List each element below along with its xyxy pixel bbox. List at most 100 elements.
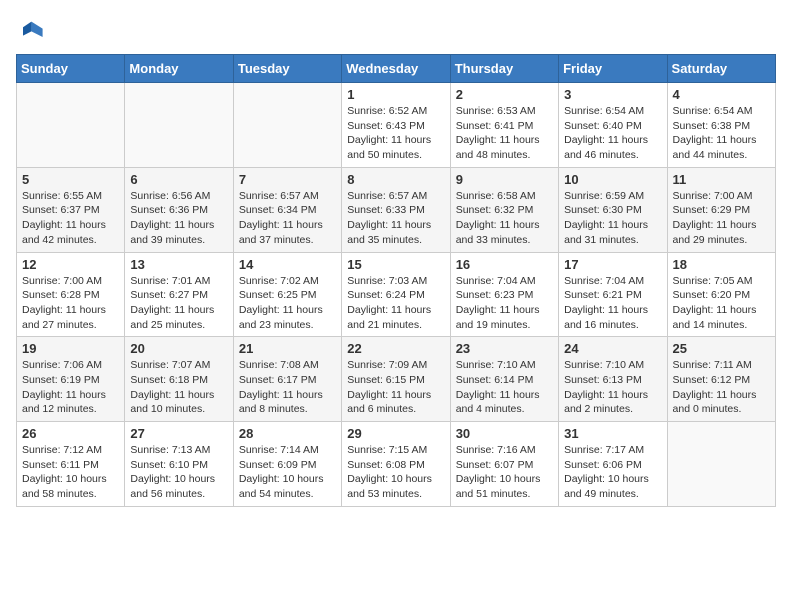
calendar-cell: 8 Sunrise: 6:57 AMSunset: 6:33 PMDaylight…: [342, 167, 450, 252]
day-info-line: Daylight: 11 hours and 33 minutes.: [456, 218, 553, 247]
day-info-line: Sunrise: 7:10 AM: [456, 358, 553, 373]
calendar-cell: [233, 83, 341, 168]
day-number: 30: [456, 426, 553, 441]
day-number: 26: [22, 426, 119, 441]
day-info-line: Sunset: 6:37 PM: [22, 203, 119, 218]
day-of-week-header: Saturday: [667, 55, 775, 83]
calendar-cell: 13Sunrise: 7:01 AMSunset: 6:27 PMDayligh…: [125, 252, 233, 337]
day-of-week-header: Sunday: [17, 55, 125, 83]
day-info-line: Sunrise: 6:54 AM: [673, 104, 770, 119]
calendar-cell: 11Sunrise: 7:00 AMSunset: 6:29 PMDayligh…: [667, 167, 775, 252]
calendar-cell: 30Sunrise: 7:16 AMSunset: 6:07 PMDayligh…: [450, 422, 558, 507]
day-info-line: Sunrise: 7:07 AM: [130, 358, 227, 373]
day-info-line: Sunset: 6:12 PM: [673, 373, 770, 388]
day-info-line: Sunset: 6:38 PM: [673, 119, 770, 134]
calendar-cell: 10Sunrise: 6:59 AMSunset: 6:30 PMDayligh…: [559, 167, 667, 252]
day-info-line: Sunset: 6:27 PM: [130, 288, 227, 303]
day-info-line: Daylight: 11 hours and 27 minutes.: [22, 303, 119, 332]
day-info-line: Sunrise: 6:54 AM: [564, 104, 661, 119]
day-info-line: Sunrise: 6:56 AM: [130, 189, 227, 204]
day-number: 29: [347, 426, 444, 441]
day-info-line: Sunset: 6:43 PM: [347, 119, 444, 134]
calendar-cell: 28Sunrise: 7:14 AMSunset: 6:09 PMDayligh…: [233, 422, 341, 507]
calendar-cell: 20Sunrise: 7:07 AMSunset: 6:18 PMDayligh…: [125, 337, 233, 422]
day-info-line: Sunrise: 7:12 AM: [22, 443, 119, 458]
day-of-week-header: Friday: [559, 55, 667, 83]
day-info-line: Daylight: 11 hours and 39 minutes.: [130, 218, 227, 247]
day-info-line: Sunset: 6:34 PM: [239, 203, 336, 218]
day-info-line: Sunset: 6:28 PM: [22, 288, 119, 303]
calendar-cell: 4 Sunrise: 6:54 AMSunset: 6:38 PMDaylight…: [667, 83, 775, 168]
day-number: 23: [456, 341, 553, 356]
calendar-week-row: 5Sunrise: 6:55 AMSunset: 6:37 PMDaylight…: [17, 167, 776, 252]
day-info-line: Sunset: 6:32 PM: [456, 203, 553, 218]
day-number: 24: [564, 341, 661, 356]
day-info-line: Sunset: 6:33 PM: [347, 203, 444, 218]
day-info-line: Daylight: 10 hours and 53 minutes.: [347, 472, 444, 501]
calendar-cell: 21Sunrise: 7:08 AMSunset: 6:17 PMDayligh…: [233, 337, 341, 422]
calendar-cell: 14Sunrise: 7:02 AMSunset: 6:25 PMDayligh…: [233, 252, 341, 337]
day-of-week-header: Monday: [125, 55, 233, 83]
day-info-line: Daylight: 11 hours and 44 minutes.: [673, 133, 770, 162]
day-info-line: Sunset: 6:11 PM: [22, 458, 119, 473]
day-info-line: Daylight: 11 hours and 23 minutes.: [239, 303, 336, 332]
day-info-line: Sunset: 6:09 PM: [239, 458, 336, 473]
day-info-line: Sunrise: 7:08 AM: [239, 358, 336, 373]
calendar-cell: 1Sunrise: 6:52 AMSunset: 6:43 PMDaylight…: [342, 83, 450, 168]
day-info-line: Sunrise: 7:16 AM: [456, 443, 553, 458]
day-info-line: Sunrise: 6:57 AM: [347, 189, 444, 204]
day-info-line: Sunset: 6:30 PM: [564, 203, 661, 218]
day-info-line: Sunset: 6:25 PM: [239, 288, 336, 303]
calendar-cell: 2Sunrise: 6:53 AMSunset: 6:41 PMDaylight…: [450, 83, 558, 168]
calendar-cell: 25Sunrise: 7:11 AMSunset: 6:12 PMDayligh…: [667, 337, 775, 422]
day-info-line: Daylight: 11 hours and 0 minutes.: [673, 388, 770, 417]
calendar-header-row: SundayMondayTuesdayWednesdayThursdayFrid…: [17, 55, 776, 83]
day-number: 6: [130, 172, 227, 187]
day-number: 20: [130, 341, 227, 356]
day-info-line: Sunrise: 7:02 AM: [239, 274, 336, 289]
day-number: 19: [22, 341, 119, 356]
calendar-cell: 18Sunrise: 7:05 AMSunset: 6:20 PMDayligh…: [667, 252, 775, 337]
day-info-line: Sunrise: 6:55 AM: [22, 189, 119, 204]
day-info-line: Sunrise: 7:11 AM: [673, 358, 770, 373]
calendar-cell: [125, 83, 233, 168]
day-info-line: Daylight: 11 hours and 19 minutes.: [456, 303, 553, 332]
calendar-week-row: 19Sunrise: 7:06 AMSunset: 6:19 PMDayligh…: [17, 337, 776, 422]
calendar-cell: 16Sunrise: 7:04 AMSunset: 6:23 PMDayligh…: [450, 252, 558, 337]
day-info-line: Daylight: 11 hours and 48 minutes.: [456, 133, 553, 162]
calendar-cell: 12Sunrise: 7:00 AMSunset: 6:28 PMDayligh…: [17, 252, 125, 337]
calendar-table: SundayMondayTuesdayWednesdayThursdayFrid…: [16, 54, 776, 507]
calendar-cell: 31Sunrise: 7:17 AMSunset: 6:06 PMDayligh…: [559, 422, 667, 507]
day-info-line: Daylight: 11 hours and 8 minutes.: [239, 388, 336, 417]
calendar-cell: 9Sunrise: 6:58 AMSunset: 6:32 PMDaylight…: [450, 167, 558, 252]
day-info-line: Daylight: 11 hours and 35 minutes.: [347, 218, 444, 247]
day-info-line: Daylight: 11 hours and 42 minutes.: [22, 218, 119, 247]
day-info-line: Sunrise: 6:59 AM: [564, 189, 661, 204]
day-info-line: Sunrise: 7:15 AM: [347, 443, 444, 458]
day-info-line: Sunrise: 6:57 AM: [239, 189, 336, 204]
day-number: 31: [564, 426, 661, 441]
day-info-line: Sunrise: 6:52 AM: [347, 104, 444, 119]
calendar-cell: 7Sunrise: 6:57 AMSunset: 6:34 PMDaylight…: [233, 167, 341, 252]
calendar-cell: [667, 422, 775, 507]
day-number: 17: [564, 257, 661, 272]
day-info-line: Daylight: 11 hours and 12 minutes.: [22, 388, 119, 417]
day-number: 3: [564, 87, 661, 102]
calendar-cell: 17Sunrise: 7:04 AMSunset: 6:21 PMDayligh…: [559, 252, 667, 337]
day-info-line: Sunrise: 7:03 AM: [347, 274, 444, 289]
calendar-cell: 26Sunrise: 7:12 AMSunset: 6:11 PMDayligh…: [17, 422, 125, 507]
day-number: 7: [239, 172, 336, 187]
day-info-line: Sunset: 6:40 PM: [564, 119, 661, 134]
day-info-line: Sunset: 6:23 PM: [456, 288, 553, 303]
day-of-week-header: Thursday: [450, 55, 558, 83]
day-info-line: Daylight: 11 hours and 46 minutes.: [564, 133, 661, 162]
day-info-line: Sunrise: 7:00 AM: [673, 189, 770, 204]
day-number: 8: [347, 172, 444, 187]
day-number: 13: [130, 257, 227, 272]
day-number: 4: [673, 87, 770, 102]
calendar-week-row: 1Sunrise: 6:52 AMSunset: 6:43 PMDaylight…: [17, 83, 776, 168]
day-info-line: Sunset: 6:29 PM: [673, 203, 770, 218]
day-info-line: Daylight: 11 hours and 2 minutes.: [564, 388, 661, 417]
day-info-line: Sunrise: 7:17 AM: [564, 443, 661, 458]
day-info-line: Sunrise: 7:06 AM: [22, 358, 119, 373]
